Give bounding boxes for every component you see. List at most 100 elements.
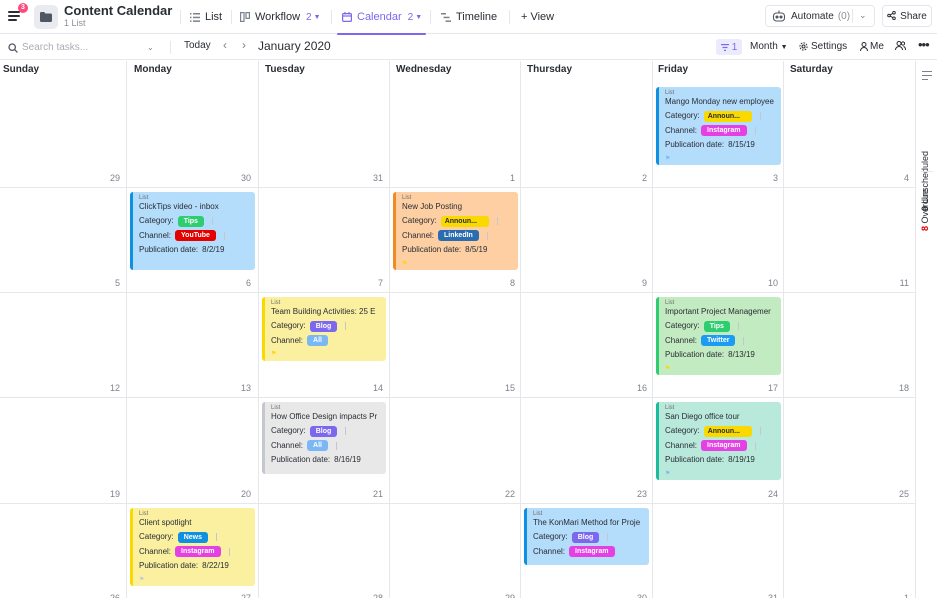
- day-number: 23: [636, 489, 647, 499]
- task-card[interactable]: List Client spotlight Category: News Chan…: [130, 508, 255, 586]
- card-list-name: List: [139, 195, 149, 201]
- channel-pill[interactable]: Instagram: [175, 546, 221, 558]
- day-number: 21: [372, 489, 383, 499]
- tab-list[interactable]: List: [189, 0, 222, 34]
- assignees-icon[interactable]: [895, 41, 906, 53]
- day-number: 24: [767, 489, 778, 499]
- menu-icon[interactable]: 3: [6, 3, 28, 24]
- page-title[interactable]: Content Calendar: [64, 3, 172, 18]
- current-month-label: January 2020: [258, 39, 331, 53]
- notification-badge: 3: [18, 3, 28, 13]
- day-number: 20: [240, 489, 251, 499]
- weekday-thursday: Thursday: [527, 64, 573, 75]
- weekday-tuesday: Tuesday: [265, 64, 305, 75]
- card-list-name: List: [665, 405, 675, 411]
- task-card[interactable]: List ClickTips video - inbox Category: Ti…: [130, 192, 255, 270]
- day-number: 7: [377, 278, 383, 288]
- day-number: 1: [509, 173, 515, 183]
- channel-pill[interactable]: All: [307, 440, 328, 452]
- weekday-wednesday: Wednesday: [396, 64, 452, 75]
- channel-pill[interactable]: Instagram: [701, 125, 747, 137]
- day-number: 18: [898, 383, 909, 393]
- chevron-down-icon: ▼: [415, 13, 423, 21]
- search-input[interactable]: [22, 42, 147, 53]
- settings-button[interactable]: Settings: [799, 41, 847, 52]
- flag-icon[interactable]: ⚑: [665, 471, 670, 477]
- category-pill[interactable]: News: [177, 531, 208, 543]
- day-number: 30: [636, 593, 647, 598]
- card-title: Client spotlight: [139, 518, 192, 527]
- channel-pill[interactable]: Twitter: [701, 335, 736, 347]
- flag-icon[interactable]: ⚑: [271, 351, 276, 357]
- category-pill[interactable]: Blog: [571, 531, 600, 543]
- day-number: 17: [767, 383, 778, 393]
- chevron-down-icon[interactable]: ⌄: [147, 43, 154, 52]
- card-list-name: List: [533, 511, 543, 517]
- tab-calendar[interactable]: Calendar 2 ▼: [336, 0, 427, 35]
- add-view-button[interactable]: + View: [521, 0, 554, 34]
- filter-button[interactable]: 1: [716, 39, 742, 55]
- search-box[interactable]: ⌄: [8, 39, 163, 56]
- channel-pill[interactable]: LinkedIn: [438, 230, 479, 242]
- gear-icon: [799, 42, 808, 51]
- day-number: 9: [641, 278, 647, 288]
- tab-list-label: List: [205, 11, 223, 23]
- weekday-monday: Monday: [134, 64, 172, 75]
- task-card[interactable]: List Mango Monday new employee Category:…: [656, 87, 781, 165]
- channel-label: Channel:: [533, 546, 566, 556]
- channel-label: Channel:: [271, 335, 304, 345]
- me-filter-button[interactable]: Me: [860, 41, 884, 52]
- category-pill[interactable]: Blog: [309, 320, 338, 332]
- channel-label: Channel:: [665, 440, 698, 450]
- card-title: ClickTips video - inbox: [139, 202, 219, 211]
- category-pill[interactable]: Announ...: [703, 110, 752, 122]
- tab-divider: [509, 10, 510, 24]
- flag-icon[interactable]: ⚑: [402, 261, 407, 267]
- task-card[interactable]: List Important Project Managemer Categor…: [656, 297, 781, 375]
- more-options-icon[interactable]: •••: [918, 37, 930, 52]
- next-month-button[interactable]: ›: [242, 38, 246, 52]
- tab-workflow-label: Workflow: [255, 11, 301, 23]
- category-pill[interactable]: Tips: [703, 320, 730, 332]
- publication-date-label: Publication date:: [665, 455, 725, 464]
- channel-pill[interactable]: Instagram: [701, 440, 747, 452]
- chevron-down-icon[interactable]: ⌄: [859, 10, 867, 21]
- day-number: 31: [767, 593, 778, 598]
- calendar-icon: [341, 12, 352, 23]
- card-list-name: List: [665, 90, 675, 96]
- title-block: Content Calendar 1 List: [64, 3, 172, 29]
- collapse-panel-icon[interactable]: [922, 71, 932, 80]
- task-card[interactable]: List How Office Design impacts Pr Catego…: [262, 402, 386, 474]
- publication-date-value: 8/13/19: [728, 350, 755, 359]
- prev-month-button[interactable]: ‹: [223, 38, 227, 52]
- category-pill[interactable]: Tips: [177, 215, 204, 227]
- category-pill[interactable]: Announ...: [440, 215, 489, 227]
- flag-icon[interactable]: ⚑: [139, 577, 144, 583]
- channel-pill[interactable]: All: [307, 335, 328, 347]
- folder-icon[interactable]: [34, 5, 58, 29]
- task-card[interactable]: List New Job Posting Category: Announ... …: [393, 192, 518, 270]
- automate-button[interactable]: Automate (0) ⌄: [765, 5, 875, 27]
- task-card[interactable]: List San Diego office tour Category: Anno…: [656, 402, 781, 480]
- tab-workflow[interactable]: Workflow 2 ▼: [239, 0, 321, 34]
- channel-pill[interactable]: YouTube: [175, 230, 216, 242]
- weekday-friday: Friday: [658, 64, 689, 75]
- view-mode-dropdown[interactable]: Month ▼: [750, 41, 788, 52]
- category-label: Category:: [271, 321, 306, 330]
- flag-icon[interactable]: ⚑: [665, 156, 670, 162]
- channel-pill[interactable]: Instagram: [569, 546, 615, 558]
- flag-icon[interactable]: ⚑: [665, 366, 670, 372]
- category-pill[interactable]: Blog: [309, 425, 338, 437]
- category-pill[interactable]: Announ...: [703, 425, 752, 437]
- tab-timeline[interactable]: Timeline: [440, 0, 497, 34]
- share-button[interactable]: Share: [882, 5, 932, 27]
- card-list-name: List: [139, 511, 149, 517]
- tab-divider: [180, 10, 181, 24]
- tab-timeline-label: Timeline: [456, 11, 498, 23]
- task-card[interactable]: List Team Building Activities: 25 E Cate…: [262, 297, 386, 361]
- overdue-tab[interactable]: 8 Overdue: [920, 189, 930, 231]
- task-card[interactable]: List The KonMari Method for Proje Catego…: [524, 508, 649, 565]
- overdue-count: 8: [920, 225, 930, 231]
- today-button[interactable]: Today: [184, 40, 211, 51]
- chevron-down-icon: ▼: [313, 13, 321, 21]
